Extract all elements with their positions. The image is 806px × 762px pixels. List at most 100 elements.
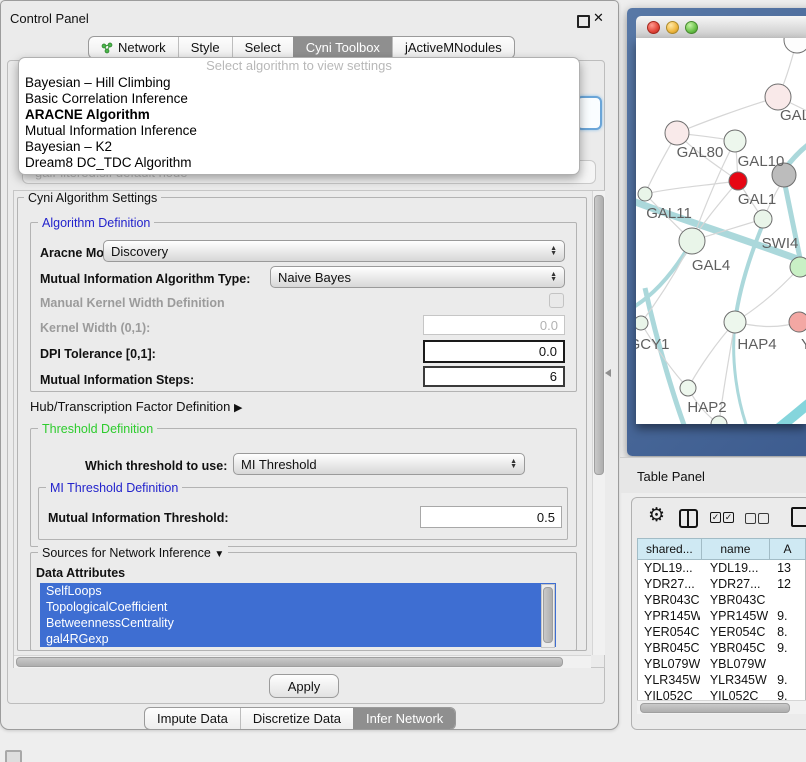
kernel-width-field[interactable]: 0.0 [423, 315, 565, 335]
dock-widget-fragment[interactable] [5, 750, 22, 762]
data-attributes-label: Data Attributes [36, 566, 125, 580]
close-traffic-light-icon[interactable] [647, 21, 660, 34]
tab-label: Cyni Toolbox [306, 40, 380, 55]
node-hap2[interactable] [680, 380, 696, 396]
table-header-row: shared...nameA [637, 538, 806, 560]
attribute-list-item[interactable]: TopologicalCoefficient [40, 599, 556, 615]
node-label: HAP4 [737, 336, 776, 353]
node-red[interactable] [729, 172, 747, 190]
network-edge[interactable] [766, 400, 806, 424]
column-header-2[interactable]: name [702, 538, 770, 560]
attributes-list-scrollbar-thumb[interactable] [543, 587, 553, 643]
table-row[interactable]: YDL19...YDL19...13 [638, 560, 805, 576]
network-edge[interactable] [688, 322, 735, 388]
float-window-icon[interactable] [577, 15, 590, 28]
node-hap4[interactable] [724, 311, 746, 333]
which-threshold-combobox[interactable]: MI Threshold ▲▼ [233, 453, 525, 475]
table-row[interactable]: YIL052CYIL052C9. [638, 688, 805, 700]
zoom-traffic-light-icon[interactable] [685, 21, 698, 34]
settings-horizontal-scrollbar[interactable] [14, 655, 591, 668]
mi-threshold-field[interactable]: 0.5 [420, 506, 562, 528]
mi-type-combobox[interactable]: Naive Bayes ▲▼ [270, 266, 565, 288]
table-row[interactable]: YLR345WYLR345W9. [638, 672, 805, 688]
network-edge[interactable] [645, 181, 738, 194]
table-horizontal-scrollbar-thumb[interactable] [640, 703, 790, 713]
sources-title[interactable]: Sources for Network Inference ▼ [38, 546, 228, 560]
attribute-list-item[interactable]: SelfLoops [40, 583, 556, 599]
hub-section-label[interactable]: Hub/Transcription Factor Definition ▶ [30, 399, 242, 414]
tab-jactivemnodules[interactable]: jActiveMNodules [392, 37, 514, 58]
algorithm-option[interactable]: Mutual Information Inference [19, 123, 579, 139]
attributes-list-scrollbar[interactable] [541, 584, 555, 648]
column-header-1[interactable]: shared... [637, 538, 702, 560]
algorithm-option[interactable]: Bayesian – Hill Climbing [19, 75, 579, 91]
algorithm-option[interactable]: Basic Correlation Inference [19, 91, 579, 107]
table-export-icon[interactable] [791, 507, 806, 527]
node-label: GAL1 [738, 191, 776, 208]
bottom-tab-infer-network[interactable]: Infer Network [353, 708, 455, 729]
bottom-tab-discretize-data[interactable]: Discretize Data [240, 708, 353, 729]
tab-cyni-toolbox[interactable]: Cyni Toolbox [293, 37, 392, 58]
select-all-checkbox-icon[interactable]: ✓ [723, 512, 734, 523]
tab-network[interactable]: Network [89, 37, 178, 58]
dpi-tolerance-field[interactable]: 0.0 [423, 340, 565, 363]
node-gcy1[interactable] [636, 316, 648, 330]
network-edge[interactable] [677, 97, 778, 133]
table-row[interactable]: YER054CYER054C8. [638, 624, 805, 640]
table-cell: YBR043C [644, 592, 700, 608]
algorithm-option[interactable]: Bayesian – K2 [19, 139, 579, 155]
algorithm-option[interactable]: Dream8 DC_TDC Algorithm [19, 155, 579, 171]
deselect-all-checkbox-icon[interactable] [745, 513, 756, 524]
table-cell: YBR045C [644, 640, 700, 656]
settings-horizontal-scrollbar-thumb[interactable] [16, 657, 563, 667]
node-gal80[interactable] [665, 121, 689, 145]
network-window-titlebar[interactable] [636, 16, 806, 39]
settings-vertical-scrollbar[interactable] [592, 191, 605, 655]
node-gal4[interactable] [679, 228, 705, 254]
attribute-list-item[interactable]: BetweennessCentrality [40, 615, 556, 631]
algorithm-option[interactable]: ARACNE Algorithm [19, 107, 579, 123]
table-row[interactable]: YBR045CYBR045C9. [638, 640, 805, 656]
panel-divider-handle[interactable] [605, 369, 611, 377]
table-row[interactable]: YBR043CYBR043C [638, 592, 805, 608]
table-cell: YIL052C [710, 688, 769, 700]
select-all-checkbox-icon[interactable]: ✓ [710, 512, 721, 523]
table-settings-gear-icon[interactable]: ⚙ [648, 506, 665, 525]
hub-section-text: Hub/Transcription Factor Definition [30, 399, 230, 414]
close-window-icon[interactable]: ✕ [593, 10, 604, 26]
node-gal10[interactable] [724, 130, 746, 152]
settings-vertical-scrollbar-thumb[interactable] [594, 195, 604, 475]
bottom-tab-impute-data[interactable]: Impute Data [145, 708, 240, 729]
column-header-3[interactable]: A [770, 538, 806, 560]
tab-style[interactable]: Style [178, 37, 232, 58]
tab-label: Select [245, 40, 281, 55]
manual-kernel-checkbox[interactable] [549, 293, 564, 308]
node-swi4[interactable] [790, 257, 806, 277]
attribute-list-item[interactable]: gal4RGexp [40, 631, 556, 647]
mi-type-label: Mutual Information Algorithm Type: [40, 272, 250, 286]
tab-label: Style [191, 40, 220, 55]
table-row[interactable]: YPR145WYPR145W9. [638, 608, 805, 624]
node-salmon[interactable] [789, 312, 806, 332]
deselect-all-checkbox-icon[interactable] [758, 513, 769, 524]
column-visibility-icon[interactable] [679, 509, 698, 528]
aracne-mode-combobox[interactable]: Discovery ▲▼ [103, 240, 565, 262]
node[interactable] [711, 416, 727, 424]
control-panel-tab-bar: Network Style Select Cyni Toolbox jActiveMNo… [88, 36, 515, 59]
node-gal1[interactable] [754, 210, 772, 228]
node-gal11[interactable] [638, 187, 652, 201]
network-icon [101, 42, 113, 54]
network-canvas[interactable]: GALGAL80GAL10GAL11GAL1GAL4SWI4GCY1HAP4YH… [636, 38, 806, 424]
table-row[interactable]: YDR27...YDR27...12 [638, 576, 805, 592]
table-cell: YBR045C [710, 640, 769, 656]
table-horizontal-scrollbar[interactable] [637, 700, 806, 714]
apply-button[interactable]: Apply [269, 674, 339, 698]
node[interactable] [784, 38, 806, 53]
tab-select[interactable]: Select [232, 37, 293, 58]
expand-arrow-icon[interactable]: ▶ [234, 402, 242, 414]
collapse-arrow-icon[interactable]: ▼ [214, 549, 224, 560]
mi-steps-field[interactable]: 6 [423, 366, 565, 387]
control-panel-title: Control Panel [10, 11, 89, 26]
minimize-traffic-light-icon[interactable] [666, 21, 679, 34]
table-row[interactable]: YBL079WYBL079W [638, 656, 805, 672]
